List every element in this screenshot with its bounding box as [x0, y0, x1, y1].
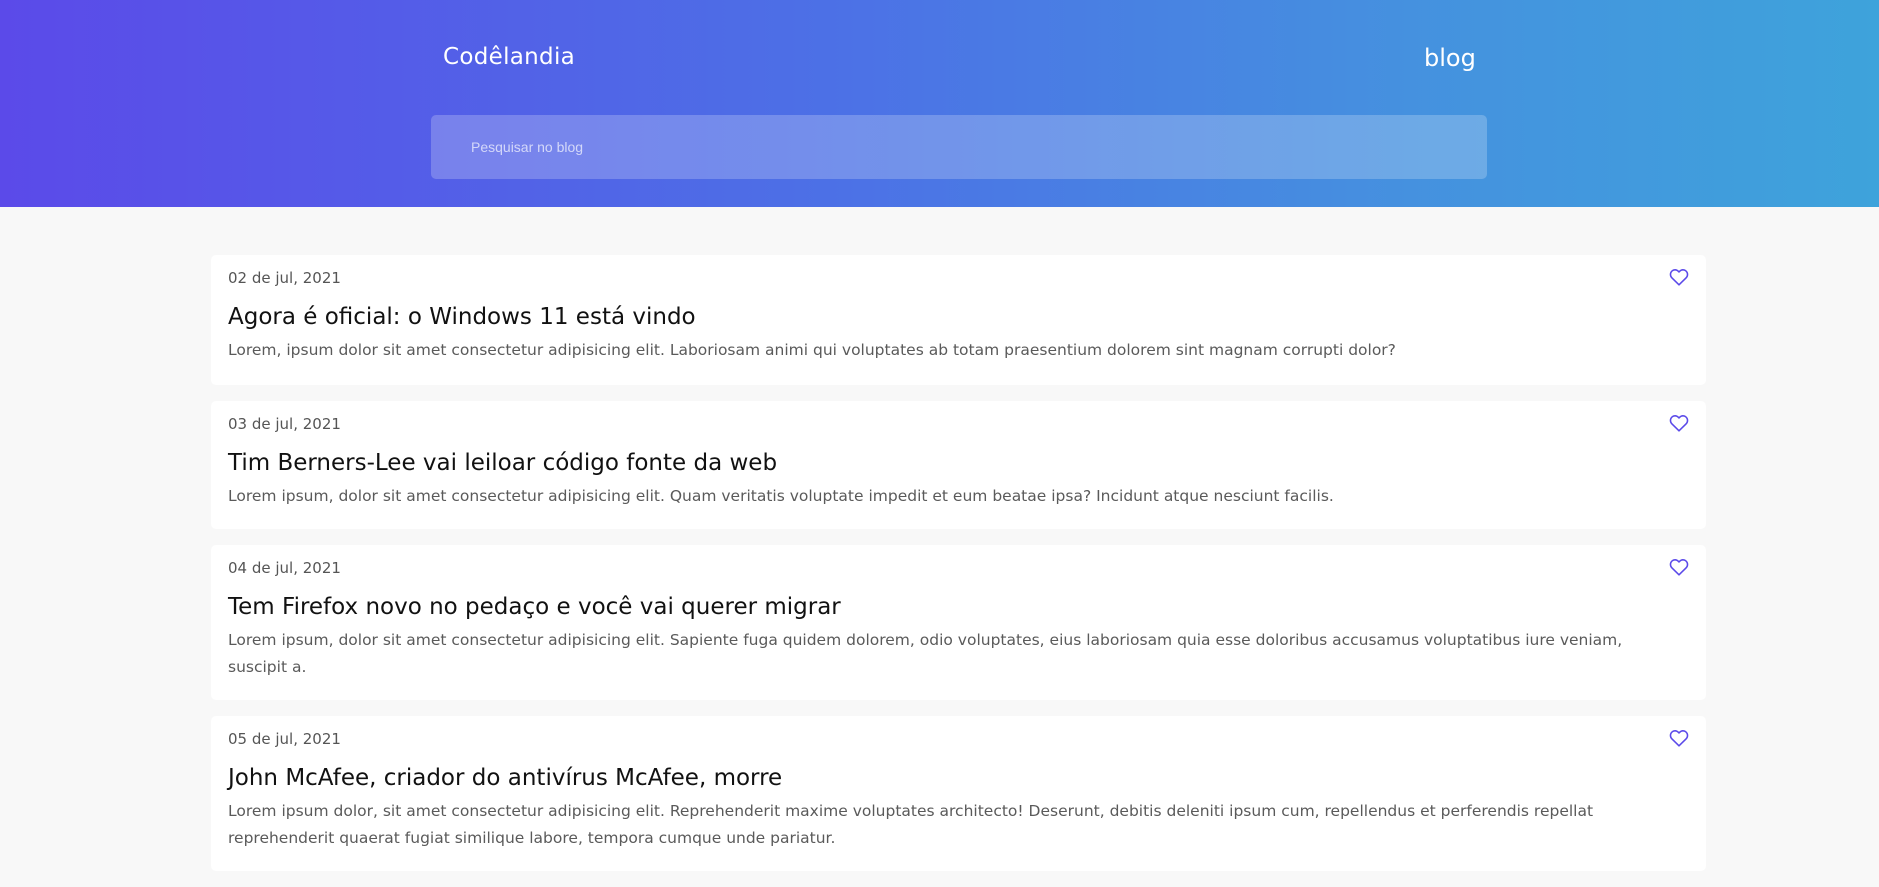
- post-list: 02 de jul, 2021 Agora é oficial: o Windo…: [211, 255, 1706, 887]
- post-title[interactable]: John McAfee, criador do antivírus McAfee…: [228, 764, 1688, 792]
- post-card[interactable]: 04 de jul, 2021 Tem Firefox novo no peda…: [211, 545, 1706, 700]
- heart-icon[interactable]: [1668, 556, 1690, 578]
- post-excerpt: Lorem ipsum dolor, sit amet consectetur …: [228, 802, 1594, 847]
- heart-icon[interactable]: [1668, 727, 1690, 749]
- post-excerpt: Lorem ipsum, dolor sit amet consectetur …: [228, 631, 1623, 676]
- search-input[interactable]: [431, 115, 1487, 179]
- post-excerpt: Lorem ipsum, dolor sit amet consectetur …: [228, 487, 1334, 505]
- post-card[interactable]: 05 de jul, 2021 John McAfee, criador do …: [211, 716, 1706, 871]
- header: Codêlandia blog: [0, 0, 1879, 207]
- post-title[interactable]: Agora é oficial: o Windows 11 está vindo: [228, 303, 1688, 331]
- brand-logo-text[interactable]: Codêlandia: [443, 44, 575, 70]
- post-title[interactable]: Tim Berners-Lee vai leiloar código fonte…: [228, 449, 1688, 477]
- post-card[interactable]: 03 de jul, 2021 Tim Berners-Lee vai leil…: [211, 401, 1706, 529]
- heart-icon[interactable]: [1668, 412, 1690, 434]
- post-date: 02 de jul, 2021: [228, 269, 341, 287]
- post-excerpt: Lorem, ipsum dolor sit amet consectetur …: [228, 341, 1396, 359]
- post-date: 04 de jul, 2021: [228, 559, 341, 577]
- post-card[interactable]: 02 de jul, 2021 Agora é oficial: o Windo…: [211, 255, 1706, 385]
- heart-icon[interactable]: [1668, 266, 1690, 288]
- post-title[interactable]: Tem Firefox novo no pedaço e você vai qu…: [228, 593, 1688, 621]
- post-date: 03 de jul, 2021: [228, 415, 341, 433]
- search-box: [431, 115, 1487, 179]
- post-date: 05 de jul, 2021: [228, 730, 341, 748]
- nav-link-blog[interactable]: blog: [1424, 44, 1476, 72]
